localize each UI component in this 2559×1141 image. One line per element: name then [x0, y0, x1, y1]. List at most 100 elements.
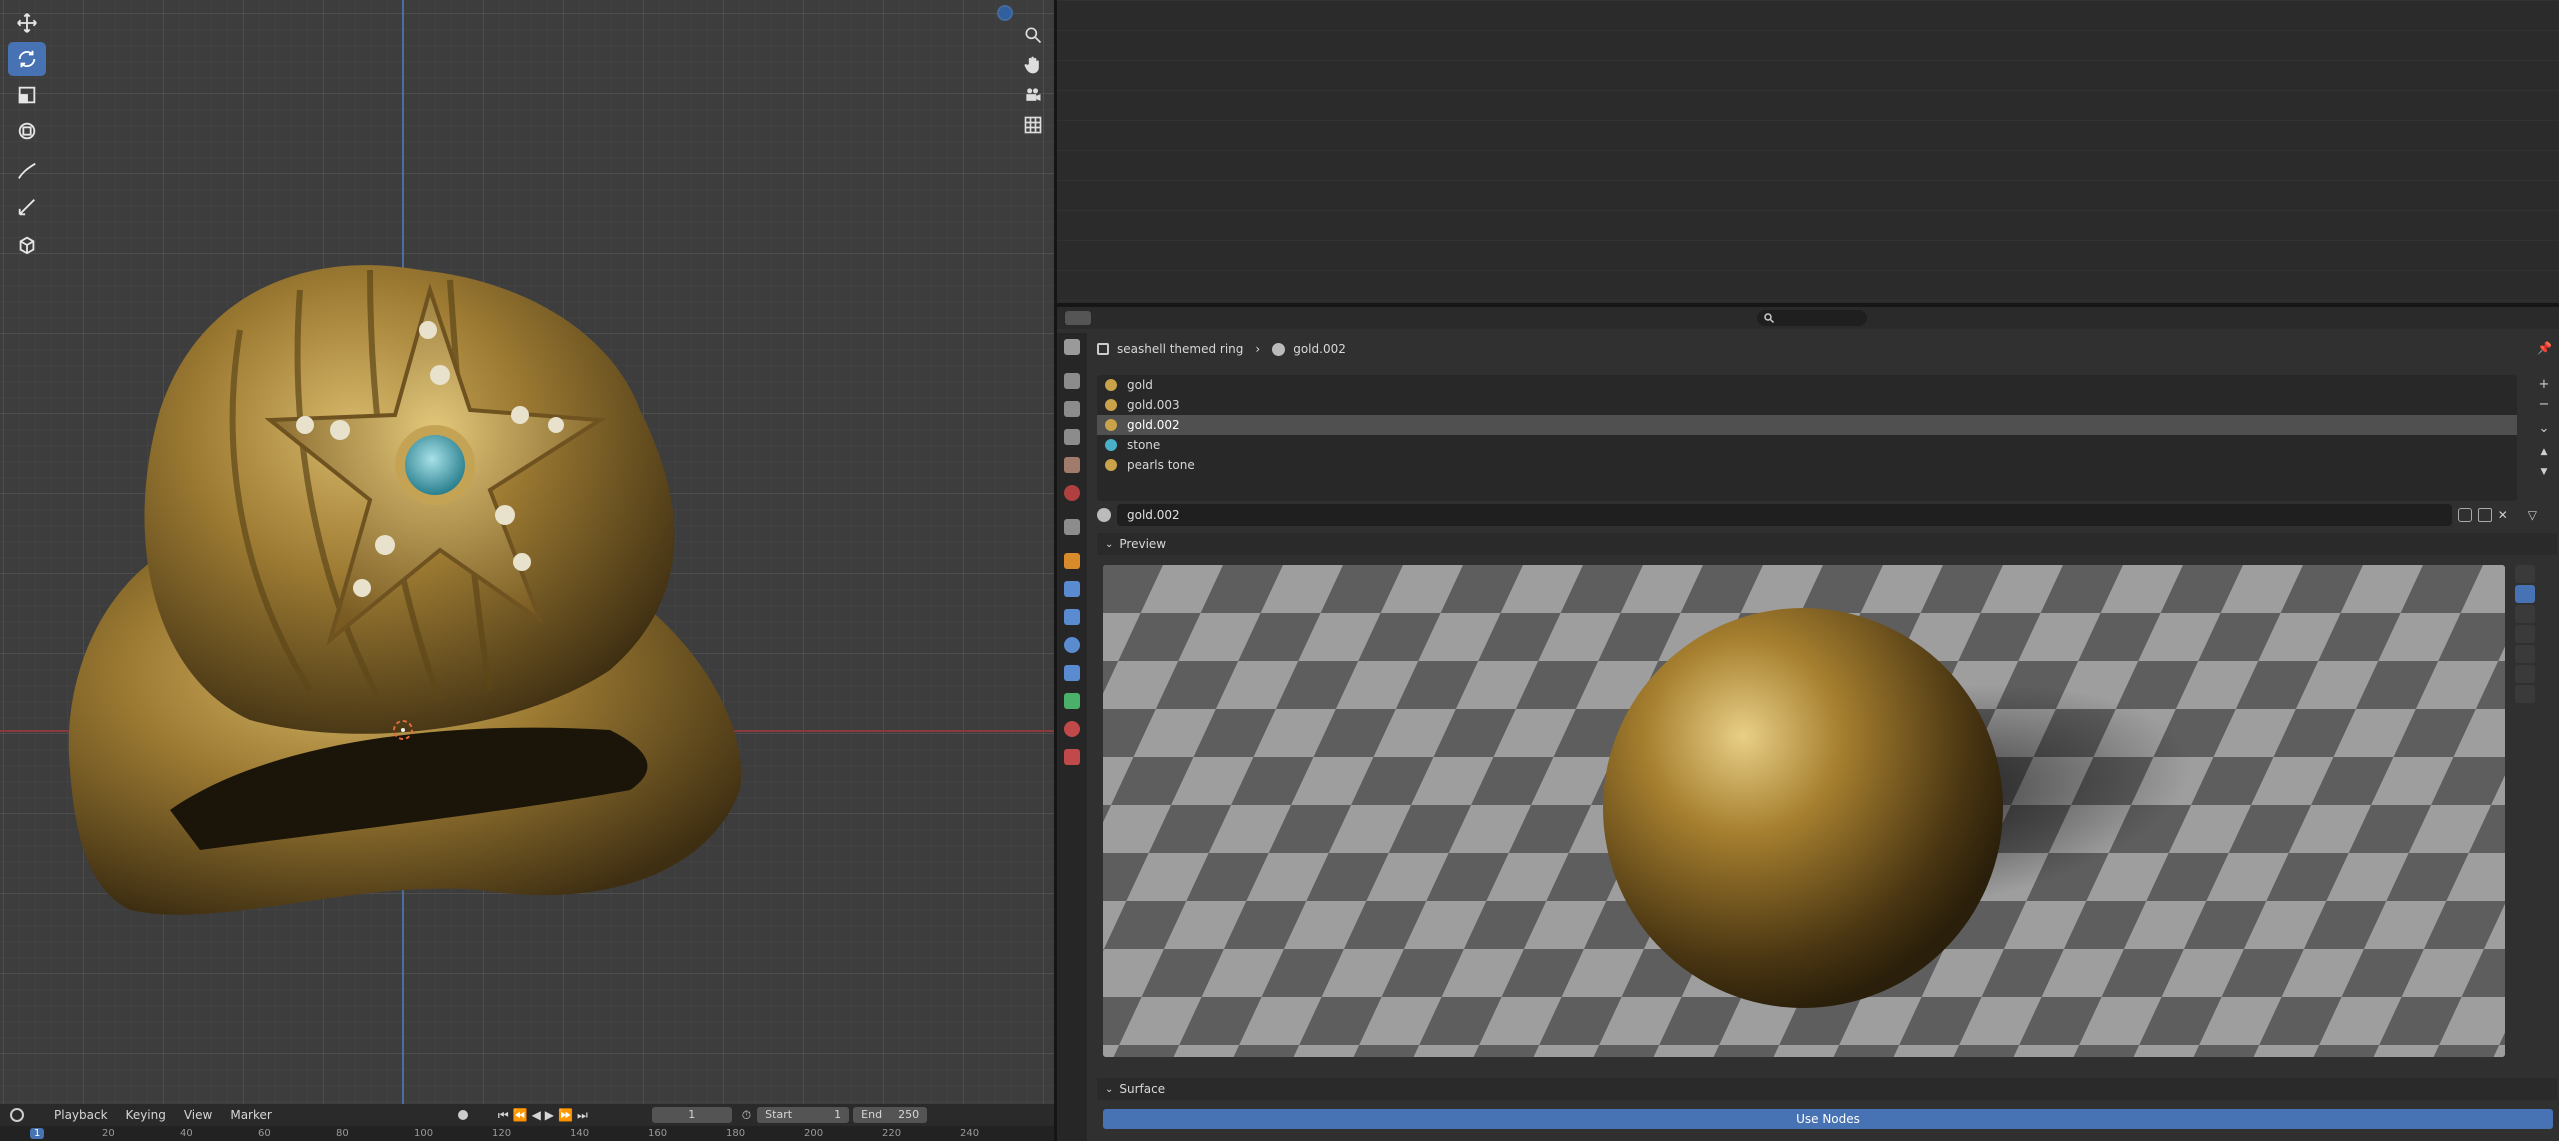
unlink-icon[interactable]: ✕ [2498, 508, 2508, 522]
scale-icon[interactable] [8, 78, 46, 112]
material-icon [1272, 342, 1286, 356]
pin-icon[interactable]: 📌 [2537, 341, 2552, 355]
ruler-tick-label: 60 [258, 1128, 271, 1139]
ruler-tick-label: 100 [414, 1128, 434, 1139]
tab-physics[interactable] [1057, 631, 1087, 659]
tab-view-layer[interactable] [1057, 423, 1087, 451]
add-slot-button[interactable]: + [2535, 375, 2553, 393]
tool-shelf [8, 0, 50, 264]
camera-icon[interactable] [1018, 80, 1048, 110]
breadcrumb-object[interactable]: seashell themed ring [1117, 342, 1243, 356]
filter-icon[interactable]: ▽ [2528, 508, 2537, 522]
ruler-tick-label: 120 [492, 1128, 512, 1139]
measure-icon[interactable] [8, 190, 46, 224]
material-slot[interactable]: pearls tone [1097, 455, 2517, 475]
preview-type-buttons [2515, 565, 2539, 705]
material-slot-icon [1105, 459, 1117, 471]
hand-icon[interactable] [1018, 50, 1048, 80]
zoom-icon[interactable] [1018, 20, 1048, 50]
material-browse-icon[interactable] [1097, 508, 1111, 522]
material-slot-icon [1105, 399, 1117, 411]
end-frame-field[interactable]: End 250 [853, 1107, 928, 1123]
tab-constraints[interactable] [1057, 659, 1087, 687]
annotate-icon[interactable] [8, 154, 46, 188]
ruler-tick-label: 80 [336, 1128, 349, 1139]
breadcrumb-material[interactable]: gold.002 [1293, 342, 1346, 356]
menu-marker[interactable]: Marker [230, 1108, 271, 1122]
material-slot-label: stone [1127, 438, 1161, 452]
clock-icon[interactable]: ⏱ [742, 1108, 751, 1123]
end-value: 250 [898, 1108, 920, 1121]
move-down-button[interactable]: ▼ [2535, 463, 2553, 481]
preview-hair-button[interactable] [2515, 625, 2535, 643]
chevron-down-icon: ⌄ [1105, 538, 1114, 550]
preview-fluid-button[interactable] [2515, 685, 2535, 703]
tab-scene[interactable] [1057, 451, 1087, 479]
preview-sphere-button[interactable] [2515, 585, 2535, 603]
menu-keying[interactable]: Keying [126, 1108, 166, 1122]
tab-output[interactable] [1057, 395, 1087, 423]
view-gizmo-axis[interactable] [997, 5, 1013, 21]
material-slot[interactable]: gold [1097, 375, 2517, 395]
duplicate-icon[interactable] [2477, 508, 2492, 522]
tab-texture[interactable] [1057, 743, 1087, 771]
start-label: Start [765, 1108, 793, 1121]
preview-cube-button[interactable] [2515, 605, 2535, 623]
fake-user-icon[interactable] [2457, 508, 2472, 522]
editor-type-icon[interactable] [10, 1108, 24, 1122]
playback-controls[interactable]: ⏮⏪◀▶⏩⏭ [498, 1108, 592, 1123]
move-up-button[interactable]: ▲ [2535, 443, 2553, 461]
tab-modifiers[interactable] [1057, 575, 1087, 603]
add-cube-icon[interactable] [8, 228, 46, 262]
ruler-tick-label: 40 [180, 1128, 193, 1139]
material-slot-icon [1105, 419, 1117, 431]
material-slot[interactable]: gold.002 [1097, 415, 2517, 435]
remove-slot-button[interactable]: − [2535, 395, 2553, 413]
transform-icon[interactable] [8, 114, 46, 148]
preview-render [1103, 565, 2505, 1057]
record-button[interactable] [457, 1110, 468, 1120]
tab-world[interactable] [1057, 479, 1087, 507]
current-frame-field[interactable]: 1 [651, 1107, 732, 1123]
material-slot[interactable]: stone [1097, 435, 2517, 455]
slot-buttons: + − ⌄ ▲ ▼ [2535, 375, 2555, 483]
material-name-field[interactable]: gold.002 [1117, 504, 2452, 526]
preview-panel-header[interactable]: ⌄ Preview [1097, 533, 2557, 555]
3d-viewport[interactable] [0, 0, 1054, 1104]
timeline-ruler[interactable]: 1 20 40 60 80 100 120 140 160 180 200 220 240 [0, 1126, 1054, 1141]
properties-editor: seashell themed ring › gold.002 📌 gold go… [1057, 307, 2559, 1141]
navigation-gizmo [1018, 20, 1048, 140]
search-icon [1764, 313, 1775, 324]
editor-type-dropdown[interactable] [1065, 311, 1091, 325]
preview-cloth-button[interactable] [2515, 665, 2535, 683]
material-slot-icon [1105, 379, 1117, 391]
menu-playback[interactable]: Playback [54, 1108, 108, 1122]
use-nodes-button[interactable]: Use Nodes [1103, 1109, 2553, 1129]
grid-icon[interactable] [1018, 110, 1048, 140]
tab-data[interactable] [1057, 687, 1087, 715]
move-icon[interactable] [8, 6, 46, 40]
tab-material[interactable] [1057, 715, 1087, 743]
preview-flat-button[interactable] [2515, 565, 2535, 583]
search-input[interactable] [1757, 310, 1867, 326]
tab-collection[interactable] [1057, 513, 1087, 541]
menu-view[interactable]: View [184, 1108, 212, 1122]
ruler-tick-label: 200 [804, 1128, 824, 1139]
properties-tabs [1057, 333, 1087, 1141]
start-frame-field[interactable]: Start 1 [757, 1107, 850, 1123]
ruler-tick-label: 220 [882, 1128, 902, 1139]
surface-panel-header[interactable]: ⌄ Surface [1097, 1078, 2557, 1100]
tab-tool[interactable] [1057, 333, 1087, 361]
slot-specials-button[interactable]: ⌄ [2535, 419, 2553, 437]
tab-render[interactable] [1057, 367, 1087, 395]
tab-particles[interactable] [1057, 603, 1087, 631]
material-slot-label: pearls tone [1127, 458, 1195, 472]
3d-cursor-icon[interactable] [390, 717, 416, 743]
chevron-right-icon: › [1255, 342, 1261, 356]
material-slot[interactable]: gold.003 [1097, 395, 2517, 415]
chevron-down-icon: ⌄ [1105, 1083, 1114, 1095]
preview-monkey-button[interactable] [2515, 645, 2535, 663]
tab-object[interactable] [1057, 547, 1087, 575]
preview-label: Preview [1119, 537, 1167, 551]
rotate-icon[interactable] [8, 42, 46, 76]
